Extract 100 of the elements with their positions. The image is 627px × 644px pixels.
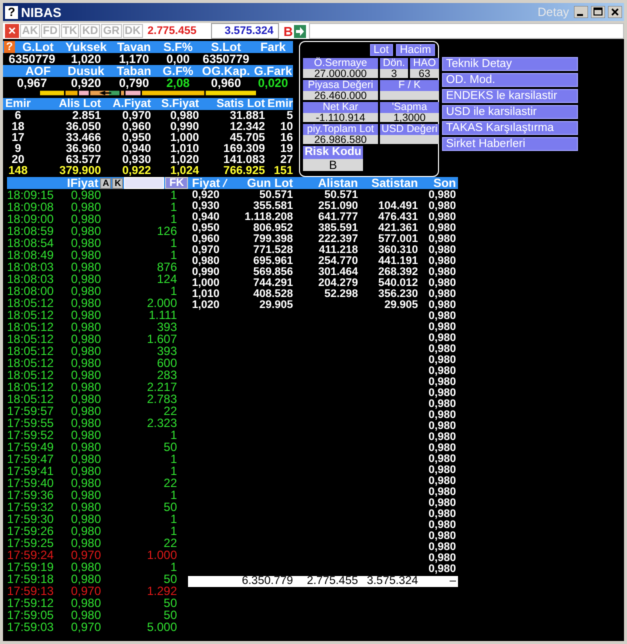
trade-lot: 1.111 <box>148 309 177 321</box>
total-cell-text: 0,922 <box>121 166 151 177</box>
table-cell-text: 695.961 <box>252 256 293 267</box>
action-button[interactable]: USD ile karsilastir <box>442 105 578 119</box>
table-cell-text: 1,020 <box>169 155 199 166</box>
table-cell-text: 0,980 <box>427 223 456 234</box>
trade-lot: 876 <box>156 261 177 273</box>
table-cell-text: 10 <box>279 122 293 133</box>
table-cell-text: 0,980 <box>427 432 456 443</box>
filter-button[interactable]: FK <box>165 177 188 189</box>
table-cell-text: 0,980 <box>427 234 456 245</box>
column-header[interactable]: Satistan <box>358 177 418 189</box>
total-cell-text: 766.925 <box>222 166 265 177</box>
column-header[interactable]: Son <box>418 177 456 189</box>
action-button[interactable]: Sirket Haberleri <box>442 137 578 151</box>
action-button[interactable]: Teknik Detay <box>442 57 578 71</box>
table-cell-text: 0,980 <box>427 333 456 344</box>
toggle-button[interactable]: Lot <box>370 44 393 56</box>
total-cell-text: 6.350.779 <box>240 576 293 587</box>
buy-total: 2.775.455 <box>146 24 198 38</box>
column-header[interactable]: Gun Lot <box>228 177 293 189</box>
trade-price: 0,980 <box>71 249 102 261</box>
trade-lot: 5.000 <box>146 621 177 633</box>
trade-lot: 1 <box>169 525 177 537</box>
field-value: 63 <box>410 69 439 78</box>
table-cell-text: 29.905 <box>383 300 418 311</box>
trade-time: 17:59:36 <box>7 489 55 501</box>
table-cell-text: 0,980 <box>427 201 456 212</box>
table-cell-text: 222.397 <box>317 234 358 245</box>
trade-time: 18:05:12 <box>7 369 55 381</box>
table-cell-text: 50.571 <box>323 190 358 201</box>
table-cell-text: 0,980 <box>427 421 456 432</box>
trade-price: 0,980 <box>71 309 102 321</box>
column-header[interactable]: Alistan <box>293 177 358 189</box>
table-cell-text: 806.952 <box>252 223 293 234</box>
close-button[interactable]: × <box>5 24 19 38</box>
field-value: 27.000.000 <box>303 69 378 78</box>
symbol-input[interactable] <box>308 23 624 39</box>
trade-time: 17:59:24 <box>7 549 55 561</box>
trade-lot: 2.783 <box>146 393 177 405</box>
trade-lot: 1.292 <box>146 585 177 597</box>
field-label: Risk Kodu <box>303 146 363 159</box>
table-cell-text: 169.309 <box>222 144 265 155</box>
trade-price: 0,980 <box>71 513 102 525</box>
close-icon[interactable] <box>608 6 622 18</box>
trade-time: 17:59:05 <box>7 609 55 621</box>
table-cell-text: 1,000 <box>191 278 221 289</box>
maximize-icon[interactable] <box>591 6 605 18</box>
table-cell-text: 0,980 <box>427 267 456 278</box>
trade-lot: 126 <box>156 225 177 237</box>
help-icon[interactable]: ? <box>4 41 15 53</box>
action-button[interactable]: ENDEKS le karsilastir <box>442 89 578 103</box>
trade-time: 17:59:47 <box>7 453 55 465</box>
column-header: AOF <box>24 65 52 77</box>
trade-time: 17:59:55 <box>7 417 55 429</box>
trade-time: 17:59:30 <box>7 513 55 525</box>
trade-lot: 393 <box>156 321 177 333</box>
filter-input[interactable] <box>124 177 164 189</box>
table-cell-text: 0,980 <box>427 300 456 311</box>
table-cell-text: 36.960 <box>64 144 101 155</box>
filter-button[interactable]: A <box>100 178 112 188</box>
action-button[interactable]: TAKAS Karşılaştırma <box>442 121 578 135</box>
trade-time: 18:05:12 <box>7 333 55 345</box>
minimize-icon[interactable] <box>574 6 588 18</box>
trade-lot: 22 <box>162 405 177 417</box>
table-cell-text: 355.581 <box>252 201 293 212</box>
toggle-button[interactable]: Hacim <box>396 44 435 56</box>
window-title: NIBAS <box>21 4 62 20</box>
trade-price: 0,980 <box>71 201 102 213</box>
table-cell-text: 12.342 <box>228 122 265 133</box>
column-header: Dusuk <box>66 65 106 77</box>
table-cell-text: 204.279 <box>317 278 358 289</box>
column-header[interactable]: Fiyat <box>192 177 220 189</box>
table-cell-text: 0,930 <box>121 155 151 166</box>
column-header: G.Lot <box>21 41 55 53</box>
empty-value <box>380 135 439 144</box>
table-cell-text: 17 <box>10 133 26 144</box>
column-header: IFiyat <box>66 177 98 189</box>
table-cell-text: 0,970 <box>191 245 221 256</box>
trade-lot: 1 <box>169 429 177 441</box>
action-button[interactable]: OD. Mod. <box>442 73 578 87</box>
table-cell-text: 385.591 <box>317 223 358 234</box>
table-cell-text: 16 <box>279 133 293 144</box>
arrow-right-icon[interactable] <box>294 24 306 38</box>
total-cell-text: 148 <box>7 166 29 177</box>
trade-time: 18:08:49 <box>7 249 55 261</box>
filter-button[interactable]: K <box>112 178 124 188</box>
total-cell-text: – <box>448 576 456 587</box>
trade-lot: 283 <box>156 369 177 381</box>
trade-price: 0,980 <box>71 261 102 273</box>
summary-value: 0,020 <box>256 77 290 89</box>
trade-lot: 124 <box>156 273 177 285</box>
help-icon[interactable]: ? <box>5 6 18 18</box>
field-value: 1,3000 <box>380 113 439 122</box>
trade-price: 0,980 <box>71 609 102 621</box>
summary-value: 0,960 <box>210 77 242 89</box>
sort-icon[interactable] <box>222 178 228 188</box>
total-cell-text: 2.775.455 <box>306 576 358 587</box>
trade-price: 0,980 <box>71 225 102 237</box>
trade-time: 17:59:19 <box>7 561 55 573</box>
